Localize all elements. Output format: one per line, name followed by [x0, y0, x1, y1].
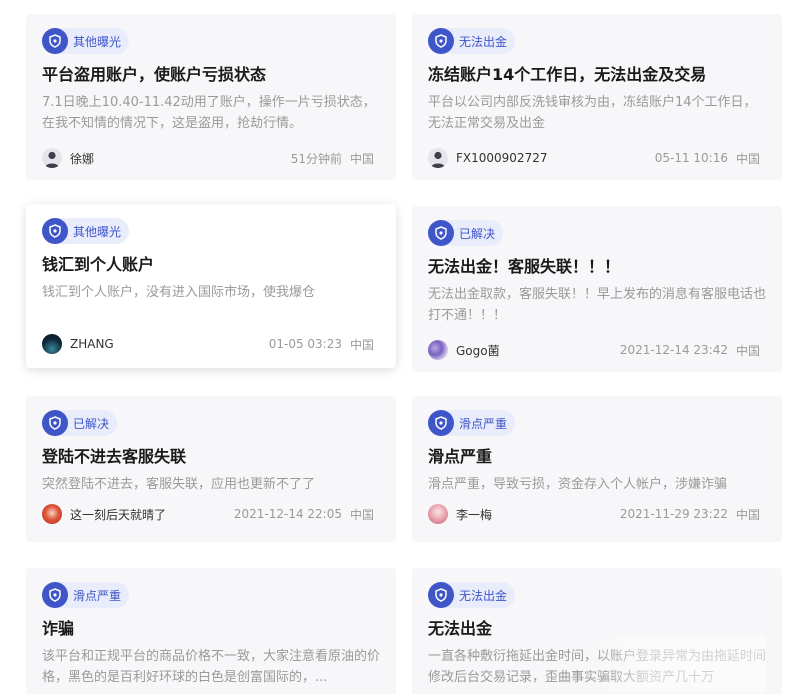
complaint-description: 7.1日晚上10.40-11.42动用了账户，操作一片亏损状态，在我不知情的情况… — [42, 95, 376, 131]
red-avatar — [42, 504, 62, 524]
shield-badge-icon — [428, 220, 454, 246]
post-region: 中国 — [349, 507, 374, 522]
complaint-description: 该平台和正规平台的商品价格不一致，大家注意看原油的价格，黑色的是百利好环球的白色… — [42, 649, 380, 685]
author-name: 徐娜 — [70, 151, 95, 166]
category-tag[interactable]: 已解决 — [42, 410, 118, 436]
complaint-card[interactable]: 无法出金 无法出金 一直各种敷衍拖延出金时间，以账户登录异常为由拖延时间修改后台… — [412, 568, 782, 694]
category-tag-label: 已解决 — [73, 416, 110, 431]
complaint-description: 无法出金取款，客服失联！！早上发布的消息有客服电话也打不通！！！ — [428, 287, 766, 323]
complaint-description: 突然登陆不进去，客服失联，应用也更新不了了 — [42, 477, 316, 492]
post-time: 2021-12-14 23:42 — [619, 343, 728, 357]
complaint-description: 钱汇到个人账户，没有进入国际市场，使我爆仓 — [42, 285, 316, 300]
post-region: 中国 — [735, 507, 760, 522]
category-tag-label: 已解决 — [459, 226, 496, 241]
shield-badge-icon — [42, 218, 68, 244]
post-region: 中国 — [735, 151, 760, 166]
complaint-description: 一直各种敷衍拖延出金时间，以账户登录异常为由拖延时间修改后台交易记录，歪曲事实骗… — [428, 649, 766, 685]
card-footer: 徐娜 51分钟前 中国 — [42, 148, 374, 168]
category-tag[interactable]: 其他曝光 — [42, 218, 130, 244]
shield-badge-icon — [42, 582, 68, 608]
author-name: 这一刻后天就晴了 — [70, 507, 167, 522]
post-time: 01-05 03:23 — [268, 337, 342, 351]
shield-badge-icon — [42, 410, 68, 436]
night-sky-avatar — [42, 334, 62, 354]
card-footer: 李一梅 2021-11-29 23:22 中国 — [428, 504, 760, 524]
category-tag[interactable]: 无法出金 — [428, 28, 516, 54]
complaint-card[interactable]: 其他曝光 平台盗用账户，使账户亏损状态 7.1日晚上10.40-11.42动用了… — [26, 14, 396, 180]
post-time: 2021-12-14 22:05 — [233, 507, 342, 521]
category-tag[interactable]: 已解决 — [428, 220, 504, 246]
complaint-card[interactable]: 滑点严重 滑点严重 滑点严重，导致亏损，资金存入个人帐户，涉嫌诈骗 李一梅 20… — [412, 396, 782, 542]
complaint-card[interactable]: 滑点严重 诈骗 该平台和正规平台的商品价格不一致，大家注意看原油的价格，黑色的是… — [26, 568, 396, 694]
category-tag-label: 滑点严重 — [73, 588, 122, 603]
complaint-title[interactable]: 无法出金 — [428, 618, 766, 640]
complaint-description: 平台以公司内部反洗钱审核为由，冻结账户14个工作日，无法正常交易及出金 — [428, 95, 757, 131]
shield-badge-icon — [428, 582, 454, 608]
complaint-title[interactable]: 冻结账户14个工作日，无法出金及交易 — [428, 64, 766, 86]
complaint-card[interactable]: 已解决 登陆不进去客服失联 突然登陆不进去，客服失联，应用也更新不了了 这一刻后… — [26, 396, 396, 542]
complaint-grid: 其他曝光 平台盗用账户，使账户亏损状态 7.1日晚上10.40-11.42动用了… — [0, 0, 791, 694]
category-tag[interactable]: 滑点严重 — [428, 410, 516, 436]
post-time: 05-11 10:16 — [654, 151, 728, 165]
author-name: ZHANG — [70, 337, 114, 351]
flower-avatar — [428, 340, 448, 360]
category-tag-label: 滑点严重 — [459, 416, 508, 431]
card-footer: 这一刻后天就晴了 2021-12-14 22:05 中国 — [42, 504, 374, 524]
card-footer: ZHANG 01-05 03:23 中国 — [42, 334, 374, 354]
shield-badge-icon — [428, 28, 454, 54]
category-tag-label: 无法出金 — [459, 34, 508, 49]
complaint-title[interactable]: 滑点严重 — [428, 446, 766, 468]
complaint-card[interactable]: 无法出金 冻结账户14个工作日，无法出金及交易 平台以公司内部反洗钱审核为由，冻… — [412, 14, 782, 180]
category-tag-label: 无法出金 — [459, 588, 508, 603]
complaint-description: 滑点严重，导致亏损，资金存入个人帐户，涉嫌诈骗 — [428, 477, 728, 492]
card-footer: Gogo菌 2021-12-14 23:42 中国 — [428, 340, 760, 360]
shield-badge-icon — [428, 410, 454, 436]
default-avatar-icon — [428, 148, 448, 168]
post-time: 2021-11-29 23:22 — [619, 507, 728, 521]
complaint-title[interactable]: 钱汇到个人账户 — [42, 254, 380, 276]
category-tag[interactable]: 其他曝光 — [42, 28, 130, 54]
post-region: 中国 — [349, 151, 374, 166]
author-name: FX1000902727 — [456, 151, 548, 165]
post-region: 中国 — [349, 337, 374, 352]
complaint-title[interactable]: 平台盗用账户，使账户亏损状态 — [42, 64, 380, 86]
complaint-title[interactable]: 诈骗 — [42, 618, 380, 640]
shield-badge-icon — [42, 28, 68, 54]
default-avatar-icon — [42, 148, 62, 168]
category-tag[interactable]: 滑点严重 — [42, 582, 130, 608]
author-name: Gogo菌 — [456, 343, 500, 358]
pink-avatar — [428, 504, 448, 524]
complaint-card[interactable]: 其他曝光 钱汇到个人账户 钱汇到个人账户，没有进入国际市场，使我爆仓 ZHANG… — [26, 204, 396, 368]
post-time: 51分钟前 — [290, 151, 342, 166]
author-name: 李一梅 — [456, 507, 493, 522]
category-tag-label: 其他曝光 — [73, 34, 122, 49]
category-tag-label: 其他曝光 — [73, 224, 122, 239]
complaint-card[interactable]: 已解决 无法出金！客服失联！！！ 无法出金取款，客服失联！！早上发布的消息有客服… — [412, 206, 782, 372]
complaint-title[interactable]: 无法出金！客服失联！！！ — [428, 256, 766, 278]
post-region: 中国 — [735, 343, 760, 358]
complaint-title[interactable]: 登陆不进去客服失联 — [42, 446, 380, 468]
card-footer: FX1000902727 05-11 10:16 中国 — [428, 148, 760, 168]
category-tag[interactable]: 无法出金 — [428, 582, 516, 608]
